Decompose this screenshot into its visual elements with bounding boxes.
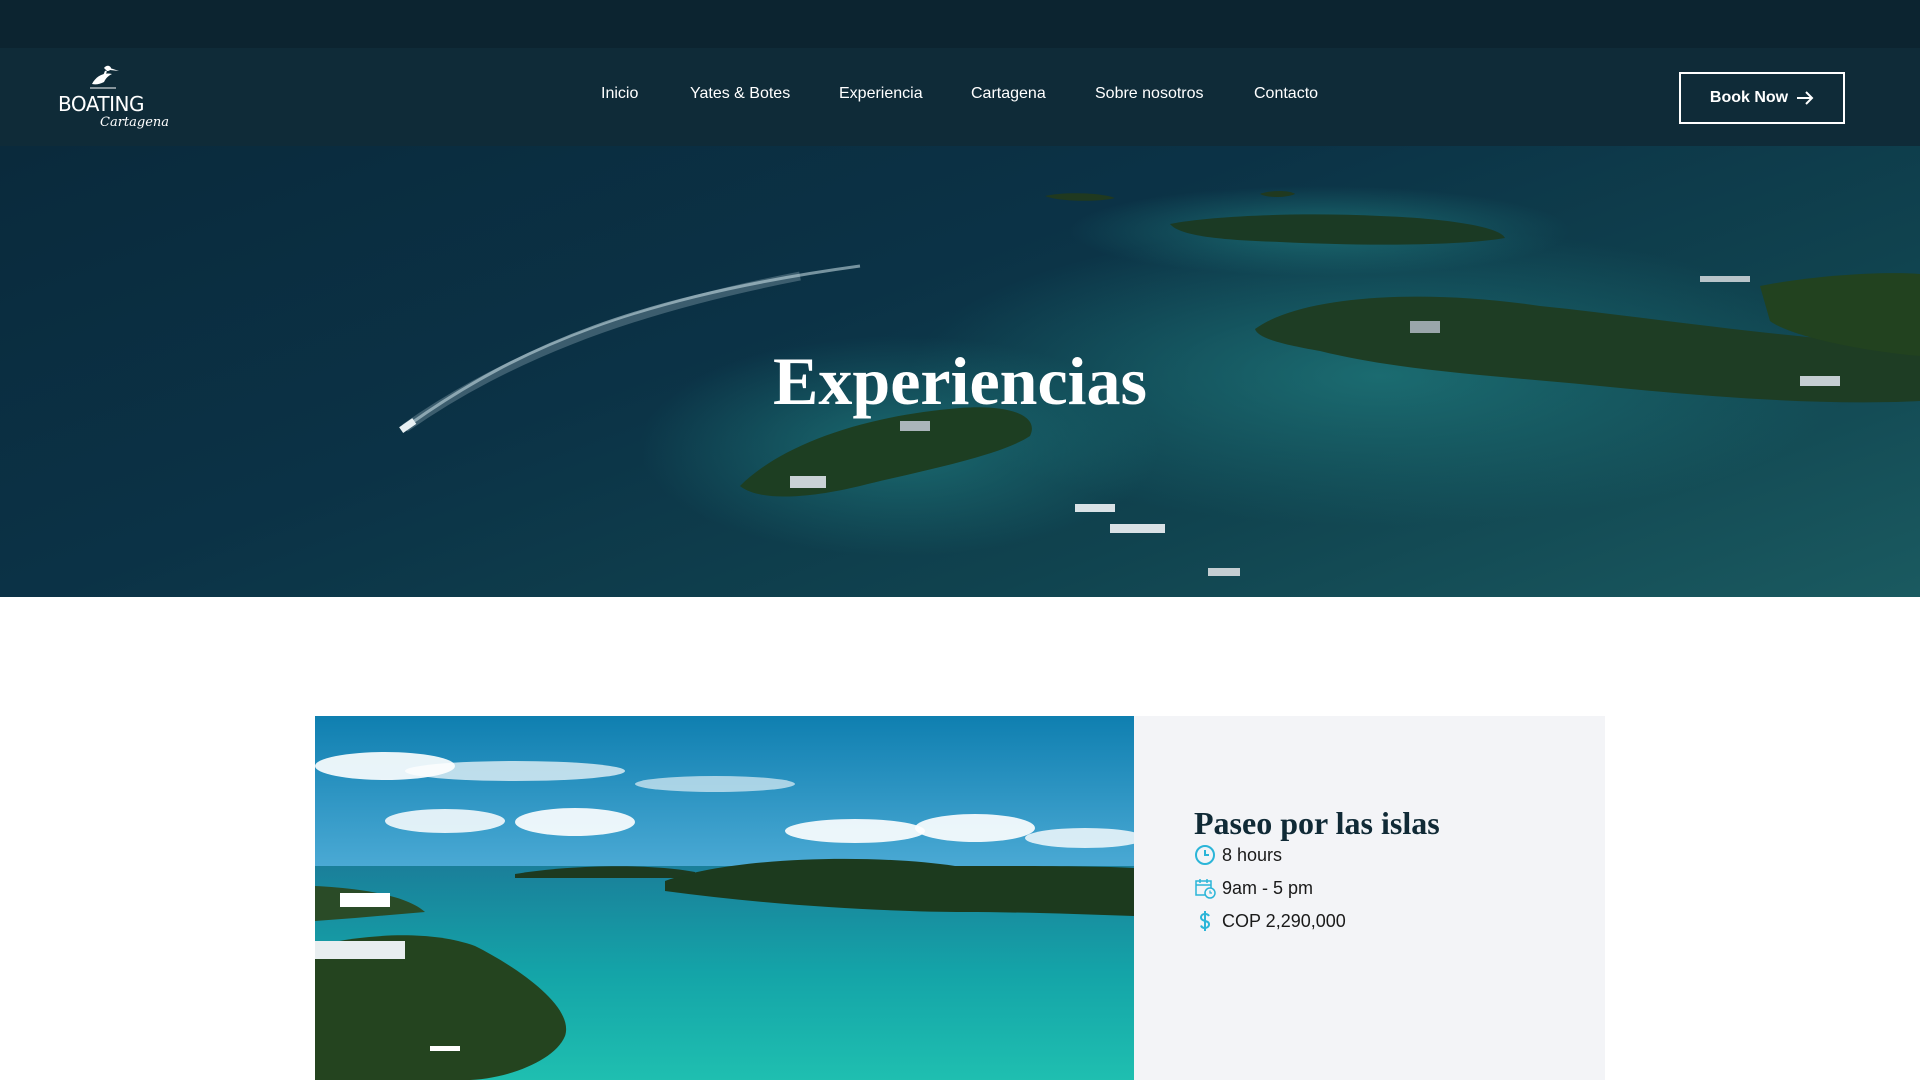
schedule-text: 9am - 5 pm (1222, 877, 1314, 898)
top-strip (0, 0, 1920, 48)
duration-row: 8 hours (1194, 844, 1282, 866)
nav-item-experiencia[interactable]: Experiencia (839, 85, 923, 103)
navbar: BOATING Cartagena Inicio Yates & Botes E… (0, 48, 1920, 146)
experience-title[interactable]: Paseo por las islas (1194, 805, 1440, 842)
nav-item-sobre-nosotros[interactable]: Sobre nosotros (1095, 85, 1204, 103)
nav-item-inicio[interactable]: Inicio (601, 85, 638, 103)
arrow-right-icon (1797, 91, 1814, 105)
calendar-clock-icon (1195, 879, 1216, 899)
schedule-row: 9am - 5 pm (1194, 877, 1313, 899)
book-now-button[interactable]: Book Now (1679, 72, 1845, 124)
price-row: COP 2,290,000 (1194, 910, 1346, 932)
nav-item-yates-botes[interactable]: Yates & Botes (690, 85, 790, 103)
price-text: COP 2,290,000 (1222, 910, 1346, 931)
nav-item-cartagena[interactable]: Cartagena (971, 85, 1046, 103)
dollar-icon (1199, 911, 1211, 931)
main-nav: Inicio Yates & Botes Experiencia Cartage… (0, 48, 1920, 146)
experience-info: Paseo por las islas 8 hours 9am - 5 pm C (1134, 716, 1605, 1080)
experience-image[interactable] (315, 716, 1134, 1080)
hero-title: Experiencias (773, 342, 1147, 419)
hero-banner: Experiencias (0, 146, 1920, 597)
book-now-label: Book Now (1709, 89, 1789, 106)
island-photo (315, 716, 1134, 1080)
nav-item-contacto[interactable]: Contacto (1254, 85, 1318, 103)
clock-icon (1195, 845, 1215, 865)
experience-card[interactable]: Paseo por las islas 8 hours 9am - 5 pm C (315, 716, 1605, 1080)
duration-text: 8 hours (1222, 844, 1283, 865)
